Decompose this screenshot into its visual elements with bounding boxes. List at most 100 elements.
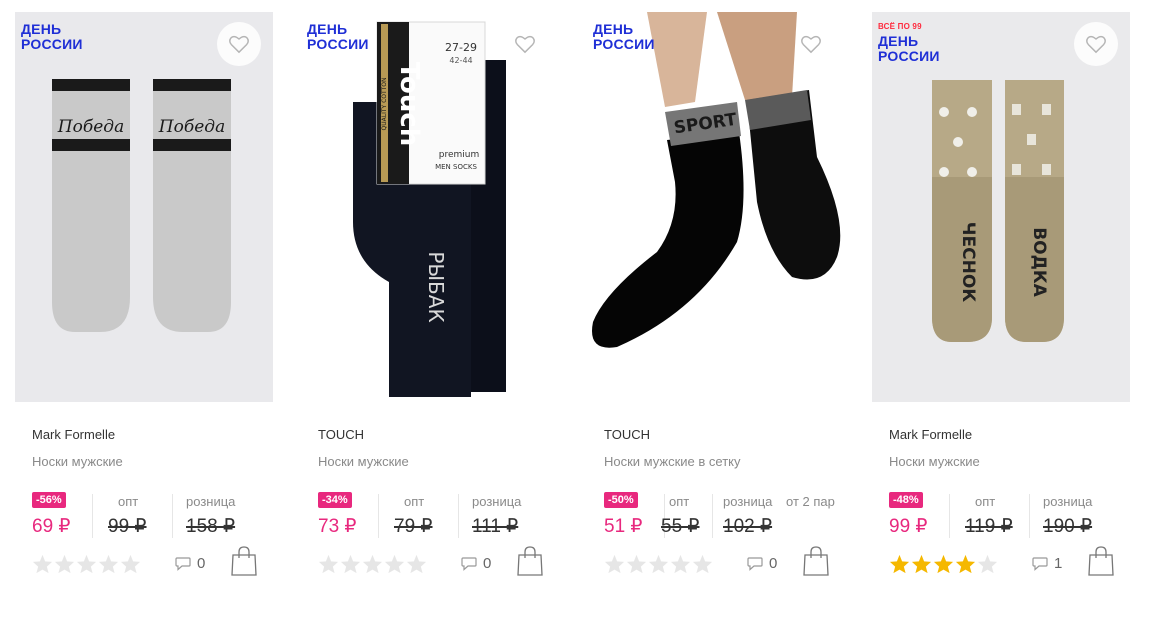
price-block: -56% 69 ₽ опт 99 ₽ розница 158 ₽: [32, 490, 272, 540]
rating-stars: [32, 554, 141, 574]
divider: [949, 494, 950, 538]
retail-price: 158 ₽: [186, 516, 236, 537]
star-icon: [120, 554, 141, 574]
add-to-cart-button[interactable]: [517, 546, 543, 581]
divider: [172, 494, 173, 538]
star-icon: [76, 554, 97, 574]
product-image[interactable]: SPORT ДЕНЬ РОССИИ: [587, 12, 845, 402]
product-brand[interactable]: TOUCH: [604, 427, 650, 442]
star-icon: [604, 554, 625, 574]
add-to-cart-button[interactable]: [231, 546, 257, 581]
star-icon: [670, 554, 691, 574]
promo-line-1: ДЕНЬ: [593, 21, 634, 37]
retail-label: розница: [472, 494, 522, 509]
heart-outline-icon: [229, 35, 249, 54]
discount-badge: -48%: [889, 492, 923, 508]
sock-photo: РЫБАК Touch QUALITY COTTON 27-29 42-44 p…: [301, 12, 559, 402]
speech-bubble-icon: [1032, 556, 1048, 571]
min-quantity-label: от 2 пар: [786, 494, 835, 509]
comments-link[interactable]: 1: [1032, 555, 1062, 572]
promo-line-2: РОССИИ: [878, 48, 940, 64]
star-icon: [384, 554, 405, 574]
retail-label: розница: [186, 494, 236, 509]
favorite-button[interactable]: [1074, 22, 1118, 66]
star-icon: [626, 554, 647, 574]
pack-size-1: 27-29: [445, 41, 477, 54]
promo-line-2: РОССИИ: [21, 36, 83, 52]
wholesale-price: 55 ₽: [661, 516, 700, 537]
promo-line-1: ДЕНЬ: [307, 21, 348, 37]
star-icon: [977, 554, 998, 574]
star-icon: [340, 554, 361, 574]
promo-line-1: ДЕНЬ: [878, 33, 919, 49]
current-price: 99 ₽: [889, 516, 928, 537]
comments-link[interactable]: 0: [175, 555, 205, 572]
divider: [92, 494, 93, 538]
wholesale-label: опт: [118, 494, 139, 509]
product-card[interactable]: SPORT ДЕНЬ РОССИИ TOUCH Носки мужские в …: [587, 12, 845, 592]
product-card[interactable]: РЫБАК Touch QUALITY COTTON 27-29 42-44 p…: [301, 12, 559, 592]
divider: [712, 494, 713, 538]
shopping-bag-icon: [803, 546, 829, 576]
product-card[interactable]: ЧЕСНОК ВОДКА ВСЁ ПО 99 ДЕНЬ РОССИИ Mark …: [872, 12, 1130, 592]
product-brand[interactable]: TOUCH: [318, 427, 364, 442]
divider: [1029, 494, 1030, 538]
heart-outline-icon: [801, 35, 821, 54]
favorite-button[interactable]: [503, 22, 547, 66]
speech-bubble-icon: [461, 556, 477, 571]
price-block: -48% 99 ₽ опт 119 ₽ розница 190 ₽: [889, 490, 1129, 540]
sock-print-left: ЧЕСНОК: [958, 222, 978, 303]
product-image[interactable]: РЫБАК Touch QUALITY COTTON 27-29 42-44 p…: [301, 12, 559, 402]
star-icon: [98, 554, 119, 574]
wholesale-label: опт: [404, 494, 425, 509]
add-to-cart-button[interactable]: [1088, 546, 1114, 581]
product-brand[interactable]: Mark Formelle: [889, 427, 972, 442]
comments-link[interactable]: 0: [461, 555, 491, 572]
star-icon: [54, 554, 75, 574]
retail-price: 102 ₽: [723, 516, 773, 537]
star-icon: [648, 554, 669, 574]
favorite-button[interactable]: [217, 22, 261, 66]
sock-photo: ЧЕСНОК ВОДКА: [872, 12, 1130, 402]
star-icon: [406, 554, 427, 574]
sock-photo: Победа Победа: [15, 12, 273, 402]
favorite-button[interactable]: [789, 22, 833, 66]
shopping-bag-icon: [1088, 546, 1114, 576]
product-card[interactable]: Победа Победа ДЕНЬ РОССИИ Mark Formelle …: [15, 12, 273, 592]
divider: [458, 494, 459, 538]
shopping-bag-icon: [517, 546, 543, 576]
sock-print-left: Победа: [57, 117, 124, 137]
wholesale-price: 79 ₽: [394, 516, 433, 537]
current-price: 51 ₽: [604, 516, 643, 537]
discount-badge: -50%: [604, 492, 638, 508]
product-image[interactable]: Победа Победа ДЕНЬ РОССИИ: [15, 12, 273, 402]
product-title[interactable]: Носки мужские: [32, 454, 123, 469]
add-to-cart-button[interactable]: [803, 546, 829, 581]
pack-brand: Touch: [394, 62, 424, 147]
sock-print-right: ВОДКА: [1029, 227, 1049, 297]
pack-men-socks: MEN SOCKS: [435, 163, 477, 171]
discount-badge: -56%: [32, 492, 66, 508]
star-icon: [889, 554, 910, 574]
comments-link[interactable]: 0: [747, 555, 777, 572]
product-brand[interactable]: Mark Formelle: [32, 427, 115, 442]
product-title[interactable]: Носки мужские: [318, 454, 409, 469]
product-title[interactable]: Носки мужские в сетку: [604, 454, 741, 469]
price-block: -50% 51 ₽ опт 55 ₽ розница 102 ₽ от 2 па…: [604, 490, 844, 540]
pack-size-2: 42-44: [449, 56, 472, 65]
retail-price: 190 ₽: [1043, 516, 1093, 537]
wholesale-price: 99 ₽: [108, 516, 147, 537]
product-image[interactable]: ЧЕСНОК ВОДКА ВСЁ ПО 99 ДЕНЬ РОССИИ: [872, 12, 1130, 402]
promo-line-2: РОССИИ: [307, 36, 369, 52]
pack-premium: premium: [439, 150, 480, 160]
speech-bubble-icon: [747, 556, 763, 571]
star-icon: [692, 554, 713, 574]
product-title[interactable]: Носки мужские: [889, 454, 980, 469]
retail-price: 111 ₽: [472, 516, 519, 537]
current-price: 73 ₽: [318, 516, 357, 537]
comments-count: 1: [1054, 555, 1063, 572]
star-icon: [911, 554, 932, 574]
promo-label: ДЕНЬ РОССИИ: [21, 22, 83, 52]
comments-count: 0: [483, 555, 492, 572]
promo-label: ВСЁ ПО 99 ДЕНЬ РОССИИ: [878, 22, 940, 64]
